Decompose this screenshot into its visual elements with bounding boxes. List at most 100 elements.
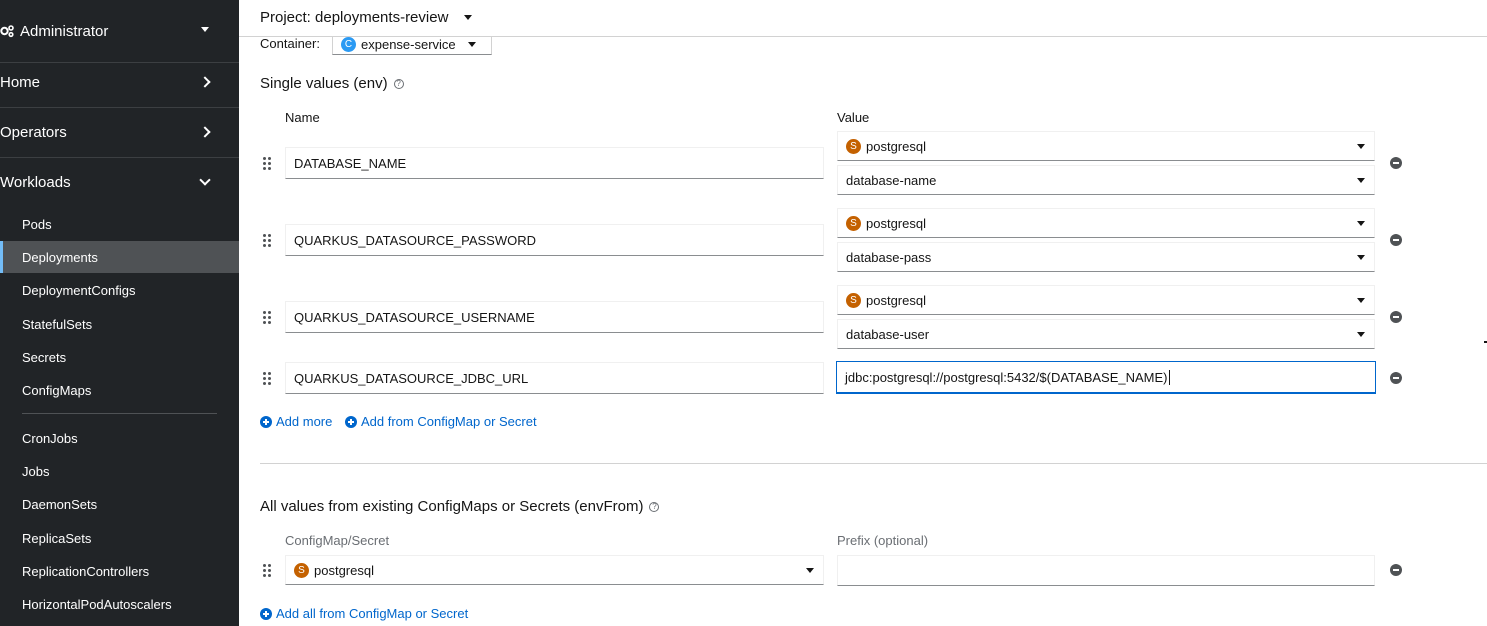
gears-icon — [0, 24, 14, 38]
envfrom-section-title: All values from existing ConfigMaps or S… — [260, 498, 660, 515]
plus-circle-icon — [260, 607, 272, 620]
env-key-select[interactable]: database-name — [837, 165, 1375, 195]
sidebar: Administrator Home Operators Workloads P… — [0, 0, 239, 626]
add-from-configmap-button[interactable]: Add from ConfigMap or Secret — [345, 414, 537, 429]
sidebar-item-jobs[interactable]: Jobs — [0, 455, 239, 487]
sidebar-item-deployments[interactable]: Deployments — [0, 241, 239, 273]
nav-section-home[interactable]: Home — [0, 57, 239, 107]
main-content: Container: C expense-service Project: de… — [239, 0, 1487, 626]
env-name-value: QUARKUS_DATASOURCE_JDBC_URL — [294, 370, 529, 386]
env-name-input[interactable]: QUARKUS_DATASOURCE_USERNAME — [285, 301, 824, 333]
env-value-text: jdbc:postgresql://postgresql:5432/$(DATA… — [845, 369, 1168, 385]
sidebar-item-deploymentconfigs[interactable]: DeploymentConfigs — [0, 274, 239, 306]
sidebar-item-replicasets[interactable]: ReplicaSets — [0, 522, 239, 554]
prefix-input[interactable] — [837, 555, 1375, 586]
section-divider — [260, 463, 1487, 464]
caret-down-icon — [1357, 298, 1365, 303]
sidebar-item-secrets[interactable]: Secrets — [0, 341, 239, 373]
caret-down-icon — [464, 15, 473, 20]
plus-circle-icon — [345, 415, 357, 428]
env-name-input[interactable]: DATABASE_NAME — [285, 147, 824, 179]
drag-handle-icon[interactable] — [263, 311, 271, 324]
nav-section-workloads[interactable]: Workloads — [0, 157, 239, 207]
envfrom-title-text: All values from existing ConfigMaps or S… — [260, 498, 644, 515]
nav-section-label: Workloads — [0, 173, 71, 191]
project-bar: Project: deployments-review — [239, 0, 1487, 37]
remove-icon[interactable] — [1390, 234, 1402, 246]
env-source-value: postgresql — [866, 292, 926, 308]
env-name-value: QUARKUS_DATASOURCE_USERNAME — [294, 309, 535, 325]
add-more-label: Add more — [276, 414, 333, 429]
env-value-input[interactable]: jdbc:postgresql://postgresql:5432/$(DATA… — [836, 361, 1376, 394]
caret-down-icon — [1357, 332, 1365, 337]
env-name-value: DATABASE_NAME — [294, 155, 407, 171]
caret-down-icon — [1357, 255, 1365, 260]
question-circle-icon[interactable]: ? — [649, 501, 660, 512]
question-circle-icon[interactable]: ? — [393, 78, 404, 89]
env-key-value: database-name — [846, 172, 937, 188]
remove-icon[interactable] — [1390, 157, 1402, 169]
env-key-value: database-user — [846, 326, 930, 342]
env-key-select[interactable]: database-pass — [837, 242, 1375, 272]
env-name-input[interactable]: QUARKUS_DATASOURCE_JDBC_URL — [285, 362, 824, 394]
remove-icon[interactable] — [1390, 564, 1402, 576]
drag-handle-icon[interactable] — [263, 564, 271, 577]
perspective-label: Administrator — [20, 22, 109, 40]
plus-circle-icon — [260, 415, 272, 428]
env-key-value: database-pass — [846, 249, 932, 265]
add-all-from-configmap-button[interactable]: Add all from ConfigMap or Secret — [260, 606, 468, 621]
env-source-value: postgresql — [866, 138, 926, 154]
env-section-title: Single values (env) ? — [260, 75, 404, 92]
caret-down-icon — [1357, 144, 1365, 149]
nav-section-label: Operators — [0, 123, 67, 141]
container-select[interactable]: C expense-service — [332, 34, 492, 55]
chevron-right-icon — [199, 126, 211, 138]
chevron-right-icon — [199, 76, 211, 88]
env-source-select[interactable]: S postgresql — [837, 285, 1375, 315]
container-value: expense-service — [361, 36, 456, 52]
caret-down-icon — [1357, 178, 1365, 183]
perspective-switcher[interactable]: Administrator — [0, 0, 239, 62]
sidebar-item-pods[interactable]: Pods — [0, 208, 239, 240]
env-name-value: QUARKUS_DATASOURCE_PASSWORD — [294, 232, 536, 248]
sidebar-item-replicationcontrollers[interactable]: ReplicationControllers — [0, 555, 239, 587]
sidebar-item-daemonsets[interactable]: DaemonSets — [0, 488, 239, 520]
nav-section-label: Home — [0, 73, 41, 91]
env-source-select[interactable]: S postgresql — [837, 131, 1375, 161]
divider — [22, 413, 217, 414]
add-all-label: Add all from ConfigMap or Secret — [276, 606, 469, 621]
remove-icon[interactable] — [1390, 311, 1402, 323]
add-more-button[interactable]: Add more — [260, 414, 332, 429]
sidebar-item-cronjobs[interactable]: CronJobs — [0, 422, 239, 454]
remove-icon[interactable] — [1390, 372, 1402, 384]
secret-badge-icon: S — [846, 292, 861, 308]
caret-down-icon — [201, 27, 209, 32]
container-row: Container: C expense-service — [260, 34, 492, 56]
sidebar-item-statefulsets[interactable]: StatefulSets — [0, 308, 239, 340]
project-selector[interactable]: Project: deployments-review — [260, 9, 473, 26]
nav-section-operators[interactable]: Operators — [0, 107, 239, 157]
env-source-select[interactable]: S postgresql — [837, 208, 1375, 238]
secret-badge-icon: S — [846, 138, 861, 154]
configmap-column-header: ConfigMap/Secret — [285, 533, 390, 548]
value-column-header: Value — [837, 110, 870, 125]
sidebar-item-horizontalpodautoscalers[interactable]: HorizontalPodAutoscalers — [0, 588, 239, 620]
caret-down-icon — [1357, 221, 1365, 226]
env-key-select[interactable]: database-user — [837, 319, 1375, 349]
env-name-input[interactable]: QUARKUS_DATASOURCE_PASSWORD — [285, 224, 824, 256]
secret-badge-icon: S — [294, 562, 309, 578]
caret-down-icon — [468, 42, 476, 47]
project-label: Project: deployments-review — [260, 9, 449, 26]
container-badge-icon: C — [341, 36, 356, 52]
envfrom-source-value: postgresql — [314, 562, 374, 578]
drag-handle-icon[interactable] — [263, 157, 271, 170]
name-column-header: Name — [285, 110, 320, 125]
drag-handle-icon[interactable] — [263, 234, 271, 247]
sidebar-item-configmaps[interactable]: ConfigMaps — [0, 374, 239, 406]
caret-down-icon — [806, 568, 814, 573]
add-from-label: Add from ConfigMap or Secret — [361, 414, 537, 429]
envfrom-source-select[interactable]: S postgresql — [285, 555, 824, 585]
secret-badge-icon: S — [846, 215, 861, 231]
drag-handle-icon[interactable] — [263, 372, 271, 385]
prefix-column-header: Prefix (optional) — [837, 533, 929, 548]
